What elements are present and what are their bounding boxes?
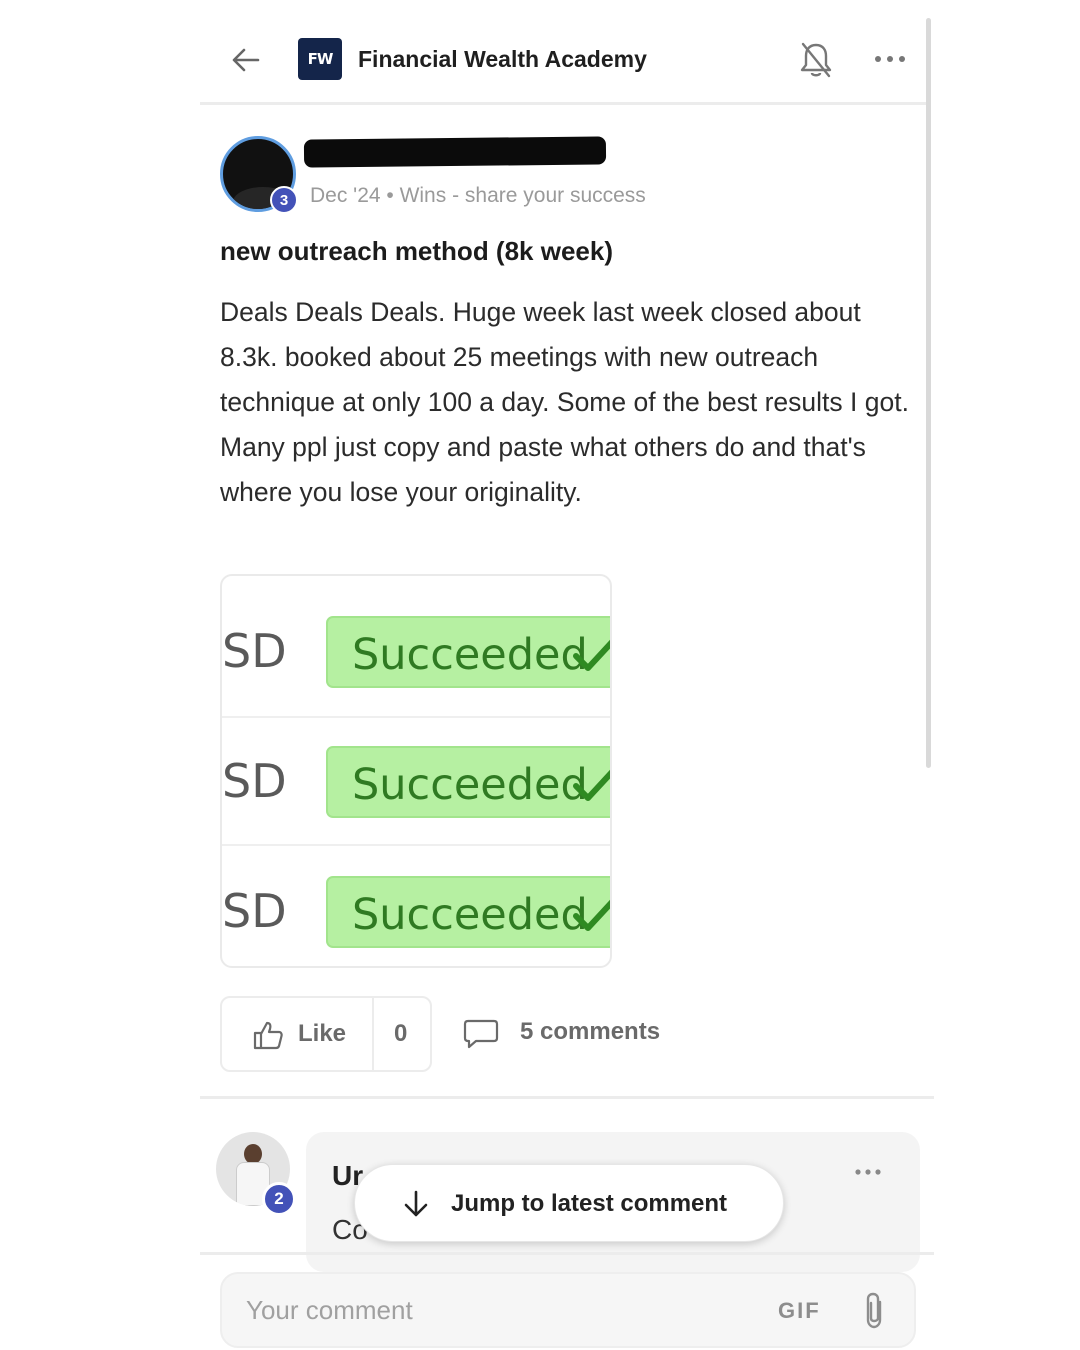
post-attachment-image[interactable]: SD Succeeded SD Succeeded SD Succeeded <box>220 574 612 968</box>
back-button[interactable] <box>228 42 264 78</box>
status-badge: Succeeded <box>326 876 610 948</box>
currency-label: SD <box>222 884 287 938</box>
status-text: Succeeded <box>352 760 588 810</box>
section-divider <box>200 1096 934 1099</box>
bell-off-icon <box>800 42 832 78</box>
more-horizontal-icon <box>875 56 905 62</box>
comment-more-button[interactable] <box>850 1162 886 1182</box>
notifications-button[interactable] <box>798 40 834 80</box>
post-body: Deals Deals Deals. Huge week last week c… <box>220 297 909 507</box>
currency-label: SD <box>222 624 287 678</box>
status-badge: Succeeded <box>326 616 610 688</box>
comments-count-label: 5 comments <box>520 1018 661 1045</box>
scrollbar[interactable] <box>926 18 931 768</box>
payment-row: SD Succeeded <box>222 836 610 966</box>
like-count[interactable]: 0 <box>394 1020 407 1048</box>
jump-to-latest-comment-button[interactable]: Jump to latest comment <box>354 1164 784 1242</box>
payment-row: SD Succeeded <box>222 576 610 706</box>
author-level-badge: 3 <box>270 186 298 214</box>
attach-button[interactable] <box>858 1290 892 1332</box>
comment-bubble-icon <box>463 1019 499 1049</box>
like-label: Like <box>298 1020 347 1047</box>
commenter-level-badge: 2 <box>262 1182 296 1216</box>
comment-input[interactable] <box>246 1274 746 1346</box>
check-icon <box>573 639 610 671</box>
like-divider <box>372 998 374 1070</box>
post-meta: Dec '24 • Wins - share your success <box>310 184 646 207</box>
status-text: Succeeded <box>352 890 588 940</box>
paperclip-icon <box>866 1292 882 1329</box>
jump-label: Jump to latest comment <box>451 1190 728 1217</box>
redacted-author-name <box>303 136 607 168</box>
composer-divider <box>200 1252 934 1255</box>
more-horizontal-icon <box>855 1169 881 1175</box>
like-control: Like 0 <box>220 996 432 1072</box>
status-badge: Succeeded <box>326 746 610 818</box>
post-view: FW Financial Wealth Academy 3 Dec '24 • … <box>200 0 934 1350</box>
status-text: Succeeded <box>352 630 588 680</box>
check-icon <box>573 769 610 801</box>
payment-row: SD Succeeded <box>222 706 610 836</box>
header-divider <box>200 102 930 105</box>
comments-button[interactable]: 5 comments <box>462 1014 682 1054</box>
group-name[interactable]: Financial Wealth Academy <box>358 46 647 73</box>
gif-button[interactable]: GIF <box>778 1298 821 1324</box>
group-logo[interactable]: FW <box>298 38 342 80</box>
check-icon <box>573 899 610 931</box>
post-title: new outreach method (8k week) <box>220 236 613 266</box>
comment-composer: GIF <box>220 1272 916 1348</box>
currency-label: SD <box>222 754 287 808</box>
like-button[interactable]: Like <box>222 998 372 1070</box>
arrow-down-icon <box>404 1190 428 1217</box>
top-bar: FW Financial Wealth Academy <box>200 22 930 92</box>
more-options-button[interactable] <box>872 48 908 70</box>
thumbs-up-icon <box>253 1021 283 1050</box>
arrow-left-icon <box>232 48 260 72</box>
